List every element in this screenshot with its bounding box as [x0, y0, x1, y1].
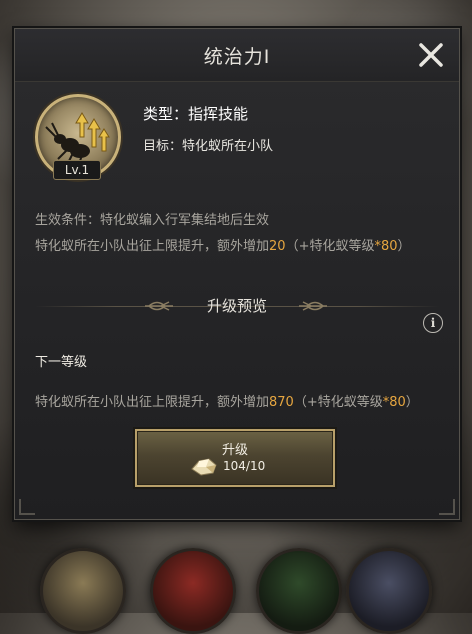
- info-icon[interactable]: i: [423, 313, 443, 333]
- next-bonus-formula-suffix: ）: [405, 395, 419, 410]
- dialog-title: 统治力I: [203, 46, 271, 68]
- bottom-skill-slot-3: [256, 548, 342, 634]
- bottom-skill-slot-4: [346, 548, 432, 634]
- skill-target: 目标：特化蚁所在小队: [143, 139, 274, 154]
- current-bonus-text: 特化蚁所在小队出征上限提升，额外增加20（+特化蚁等级*80）: [35, 235, 411, 254]
- dialog-header: 统治力I: [15, 29, 459, 82]
- bottom-skill-slot-1: [40, 548, 126, 634]
- resource-crystal-icon: [191, 458, 217, 476]
- effect-condition: 生效条件：特化蚁编入行军集结地后生效: [35, 213, 270, 228]
- current-bonus-formula-suffix: ）: [397, 239, 411, 254]
- corner-ornament-left: [19, 499, 35, 515]
- next-bonus-value: 870: [269, 395, 294, 410]
- close-button[interactable]: [411, 35, 451, 75]
- upgrade-cost-count: 104/10: [223, 459, 266, 473]
- corner-ornament-right: [439, 499, 455, 515]
- bottom-skill-slot-2: [150, 548, 236, 634]
- skill-level-badge: Lv.1: [53, 160, 101, 180]
- current-bonus-formula-prefix: （+特化蚁等级: [285, 239, 375, 254]
- skill-type: 类型：指挥技能: [143, 105, 249, 123]
- current-bonus-value: 20: [269, 239, 286, 254]
- next-bonus-text: 特化蚁所在小队出征上限提升，额外增加870（+特化蚁等级*80）: [35, 391, 419, 410]
- next-level-label: 下一等级: [35, 355, 88, 370]
- current-bonus-multiplier: *80: [374, 239, 398, 254]
- skill-detail-dialog: 统治力I Lv.1 类型：指挥技能 目标：特化蚁所在小队 生效条件：特化蚁编入行…: [14, 28, 460, 520]
- next-bonus-formula-prefix: （+特化蚁等级: [293, 395, 383, 410]
- upgrade-preview-title: 升级预览: [206, 297, 267, 315]
- current-bonus-prefix: 特化蚁所在小队出征上限提升，额外增加: [35, 239, 270, 254]
- upgrade-button[interactable]: 升级 104/10: [135, 429, 335, 487]
- next-bonus-multiplier: *80: [382, 395, 406, 410]
- upgrade-button-label: 升级: [221, 443, 248, 458]
- next-bonus-prefix: 特化蚁所在小队出征上限提升，额外增加: [35, 395, 270, 410]
- close-icon: [419, 43, 443, 67]
